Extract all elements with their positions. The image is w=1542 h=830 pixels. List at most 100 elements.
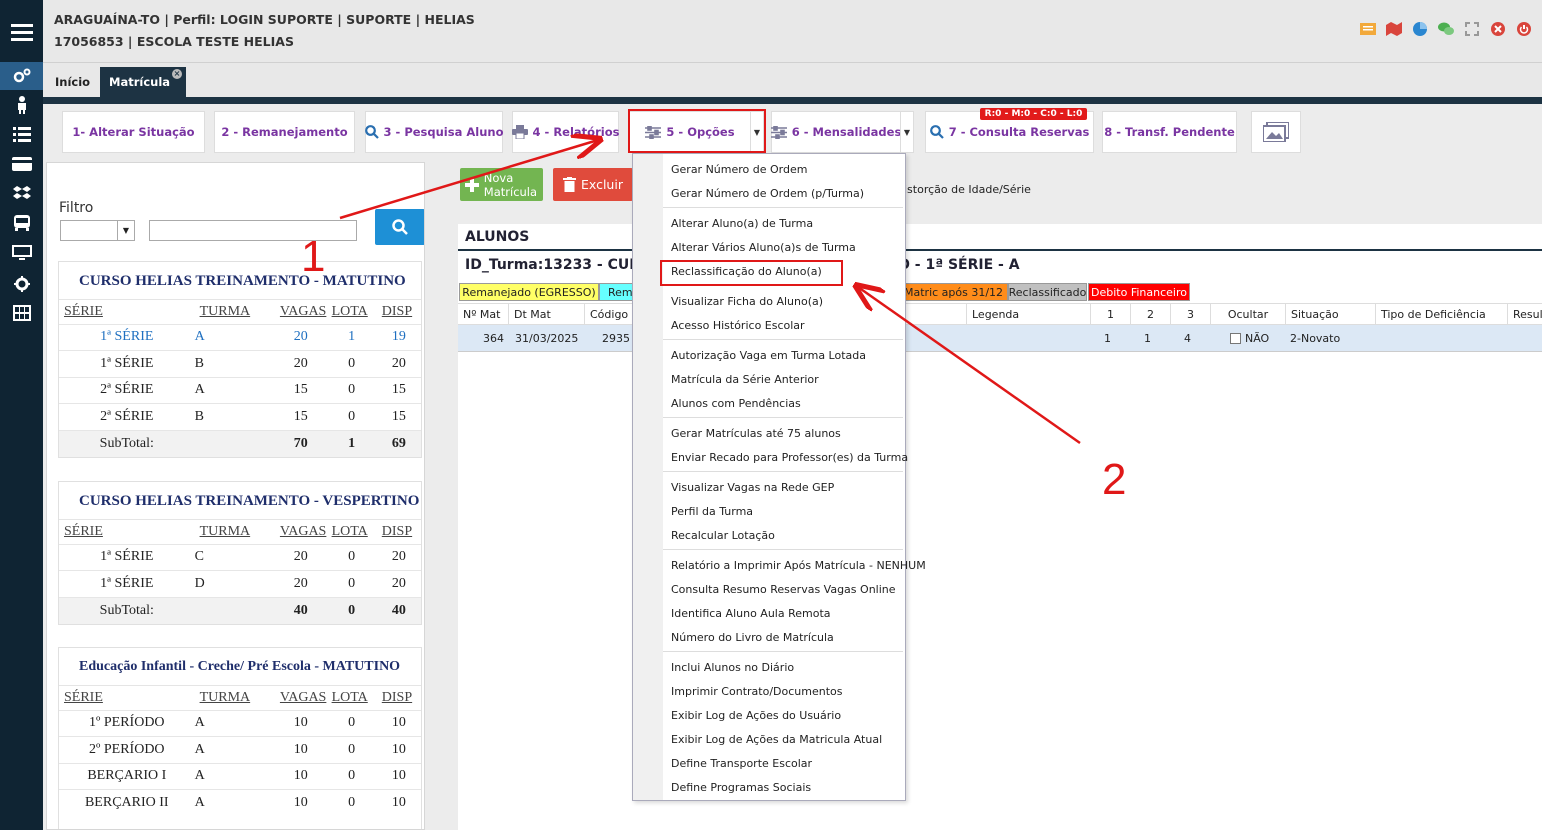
chat-icon[interactable]: [1438, 22, 1454, 36]
col-serie[interactable]: SÉRIE: [59, 300, 195, 324]
col-lota[interactable]: LOTA: [327, 300, 377, 324]
table-row[interactable]: 1ª SÉRIE A 20 1 19: [59, 323, 421, 351]
table-row[interactable]: 1ª SÉRIE D 20 0 20: [59, 570, 421, 598]
menu-item-visualizar-vagas-gep[interactable]: Visualizar Vagas na Rede GEP: [671, 481, 834, 494]
menu-item-acesso-historico[interactable]: Acesso Histórico Escolar: [671, 319, 805, 332]
credit-card-icon[interactable]: [0, 150, 43, 178]
gear-icon[interactable]: [0, 270, 43, 298]
menu-item-numero-livro[interactable]: Número do Livro de Matrícula: [671, 631, 834, 644]
ocultar-checkbox[interactable]: [1230, 333, 1241, 344]
opcoes-dropdown-caret[interactable]: ▼: [750, 111, 764, 153]
menu-item-alterar-varios-alunos[interactable]: Alterar Vários Aluno(a)s de Turma: [671, 241, 856, 254]
menu-item-enviar-recado[interactable]: Enviar Recado para Professor(es) da Turm…: [671, 451, 908, 464]
menu-item-reclassificacao-aluno[interactable]: Reclassificação do Aluno(a): [671, 265, 822, 278]
col-disp[interactable]: DISP: [377, 300, 421, 324]
transf-pendente-button[interactable]: 8 - Transf. Pendente: [1102, 111, 1237, 153]
menu-item-recalcular-lotacao[interactable]: Recalcular Lotação: [671, 529, 775, 542]
list-icon[interactable]: [0, 120, 43, 148]
relatorios-button[interactable]: 4 - Relatórios: [511, 111, 619, 153]
notes-icon[interactable]: [1360, 22, 1376, 36]
filter-select[interactable]: ▼: [60, 220, 135, 241]
menu-item-transporte-escolar[interactable]: Define Transporte Escolar: [671, 757, 812, 770]
pesquisa-aluno-button[interactable]: 3 - Pesquisa Aluno: [364, 111, 503, 153]
table-row[interactable]: BERÇARIO II A 10 0 10: [59, 789, 421, 817]
power-icon[interactable]: [1516, 22, 1532, 36]
opcoes-button[interactable]: 5 - Opções: [629, 111, 751, 153]
col-disp[interactable]: DISP: [377, 686, 421, 710]
table-row[interactable]: 364 31/03/2025 2935 1 1 4 NÃO 2-Novato: [458, 325, 1542, 352]
menu-item-gerar-matriculas-75[interactable]: Gerar Matrículas até 75 alunos: [671, 427, 841, 440]
menu-item-consulta-resumo-reservas[interactable]: Consulta Resumo Reservas Vagas Online: [671, 583, 896, 596]
col-lota[interactable]: LOTA: [327, 520, 377, 544]
col-lota[interactable]: LOTA: [327, 686, 377, 710]
col-legenda[interactable]: Legenda: [966, 304, 1090, 325]
distorcao-idade-serie-label[interactable]: istorção de Idade/Série: [904, 183, 1031, 196]
table-row[interactable]: 1ª SÉRIE C 20 0 20: [59, 543, 421, 571]
close-circle-icon[interactable]: [1490, 22, 1506, 36]
menu-item-autorizacao-vaga[interactable]: Autorização Vaga em Turma Lotada: [671, 349, 866, 362]
tab-matricula[interactable]: Matrícula ×: [100, 67, 186, 97]
table-row[interactable]: 2ª SÉRIE B 15 0 15: [59, 403, 421, 431]
gallery-button[interactable]: [1251, 111, 1301, 153]
menu-item-matricula-serie-anterior[interactable]: Matrícula da Série Anterior: [671, 373, 819, 386]
bus-icon[interactable]: [0, 209, 43, 237]
menu-item-gerar-numero-ordem-turma[interactable]: Gerar Número de Ordem (p/Turma): [671, 187, 864, 200]
col-turma[interactable]: TURMA: [195, 300, 275, 324]
menu-item-visualizar-ficha[interactable]: Visualizar Ficha do Aluno(a): [671, 295, 823, 308]
table-row[interactable]: 2ª SÉRIE A 15 0 15: [59, 376, 421, 404]
alterar-situacao-button[interactable]: 1- Alterar Situação: [62, 111, 205, 153]
col-3[interactable]: 3: [1170, 304, 1210, 325]
menu-item-relatorio-imprimir[interactable]: Relatório a Imprimir Após Matrícula - NE…: [671, 559, 926, 572]
mensalidades-button[interactable]: 6 - Mensalidades: [770, 111, 901, 153]
col-tipo-deficiencia[interactable]: Tipo de Deficiência: [1375, 304, 1507, 325]
menu-item-alunos-pendencias[interactable]: Alunos com Pendências: [671, 397, 801, 410]
table-row[interactable]: 1ª SÉRIE B 20 0 20: [59, 350, 421, 378]
tab-inicio[interactable]: Início: [46, 67, 99, 97]
map-icon[interactable]: [1386, 22, 1402, 36]
menu-item-inclui-alunos-diario[interactable]: Inclui Alunos no Diário: [671, 661, 794, 674]
mensalidades-dropdown-caret[interactable]: ▼: [900, 111, 914, 153]
col-vagas[interactable]: VAGAS: [275, 520, 327, 544]
col-turma[interactable]: TURMA: [195, 686, 275, 710]
table-row[interactable]: BERÇARIO I A 10 0 10: [59, 762, 421, 790]
menu-item-programas-sociais[interactable]: Define Programas Sociais: [671, 781, 811, 794]
col-2[interactable]: 2: [1130, 304, 1170, 325]
menu-item-perfil-turma[interactable]: Perfil da Turma: [671, 505, 753, 518]
menu-item-log-matricula[interactable]: Exibir Log de Ações da Matricula Atual: [671, 733, 882, 746]
filter-search-button[interactable]: [375, 209, 424, 245]
table-row[interactable]: 1º PERÍODO A 10 0 10: [59, 709, 421, 737]
menu-item-identifica-aula-remota[interactable]: Identifica Aluno Aula Remota: [671, 607, 831, 620]
col-serie[interactable]: SÉRIE: [59, 686, 195, 710]
excluir-button[interactable]: Excluir: [553, 168, 633, 201]
col-disp[interactable]: DISP: [377, 520, 421, 544]
monitor-icon[interactable]: [0, 239, 43, 267]
menu-item-log-usuario[interactable]: Exibir Log de Ações do Usuário: [671, 709, 841, 722]
col-vagas[interactable]: VAGAS: [275, 686, 327, 710]
fullscreen-icon[interactable]: [1464, 22, 1480, 36]
col-vagas[interactable]: VAGAS: [275, 300, 327, 324]
pie-chart-icon[interactable]: [1412, 22, 1428, 36]
menu-item-imprimir-contrato[interactable]: Imprimir Contrato/Documentos: [671, 685, 842, 698]
col-num-mat[interactable]: Nº Mat: [458, 304, 508, 325]
menu-item-gerar-numero-ordem[interactable]: Gerar Número de Ordem: [671, 163, 807, 176]
col-situacao[interactable]: Situação: [1285, 304, 1375, 325]
col-turma[interactable]: TURMA: [195, 520, 275, 544]
col-1[interactable]: 1: [1090, 304, 1130, 325]
tab-close-icon[interactable]: ×: [172, 69, 182, 79]
col-ocultar[interactable]: Ocultar: [1210, 304, 1285, 325]
person-icon[interactable]: [0, 91, 43, 119]
dropbox-icon[interactable]: [0, 180, 43, 208]
remanejamento-button[interactable]: 2 - Remanejamento: [214, 111, 355, 153]
col-serie[interactable]: SÉRIE: [59, 520, 195, 544]
filter-input[interactable]: [149, 220, 357, 241]
table-row[interactable]: 2º PERÍODO A 10 0 10: [59, 736, 421, 764]
nova-matricula-button[interactable]: Nova Matrícula: [460, 168, 543, 201]
grid-table-icon[interactable]: [0, 299, 43, 327]
hamburger-menu-icon[interactable]: [0, 18, 43, 46]
col-result[interactable]: Result: [1507, 304, 1542, 325]
gears-icon[interactable]: [0, 62, 43, 90]
search-icon: [392, 219, 408, 235]
col-dt-mat[interactable]: Dt Mat: [508, 304, 584, 325]
menu-item-alterar-aluno-turma[interactable]: Alterar Aluno(a) de Turma: [671, 217, 813, 230]
col-codigo[interactable]: Código: [584, 304, 632, 325]
